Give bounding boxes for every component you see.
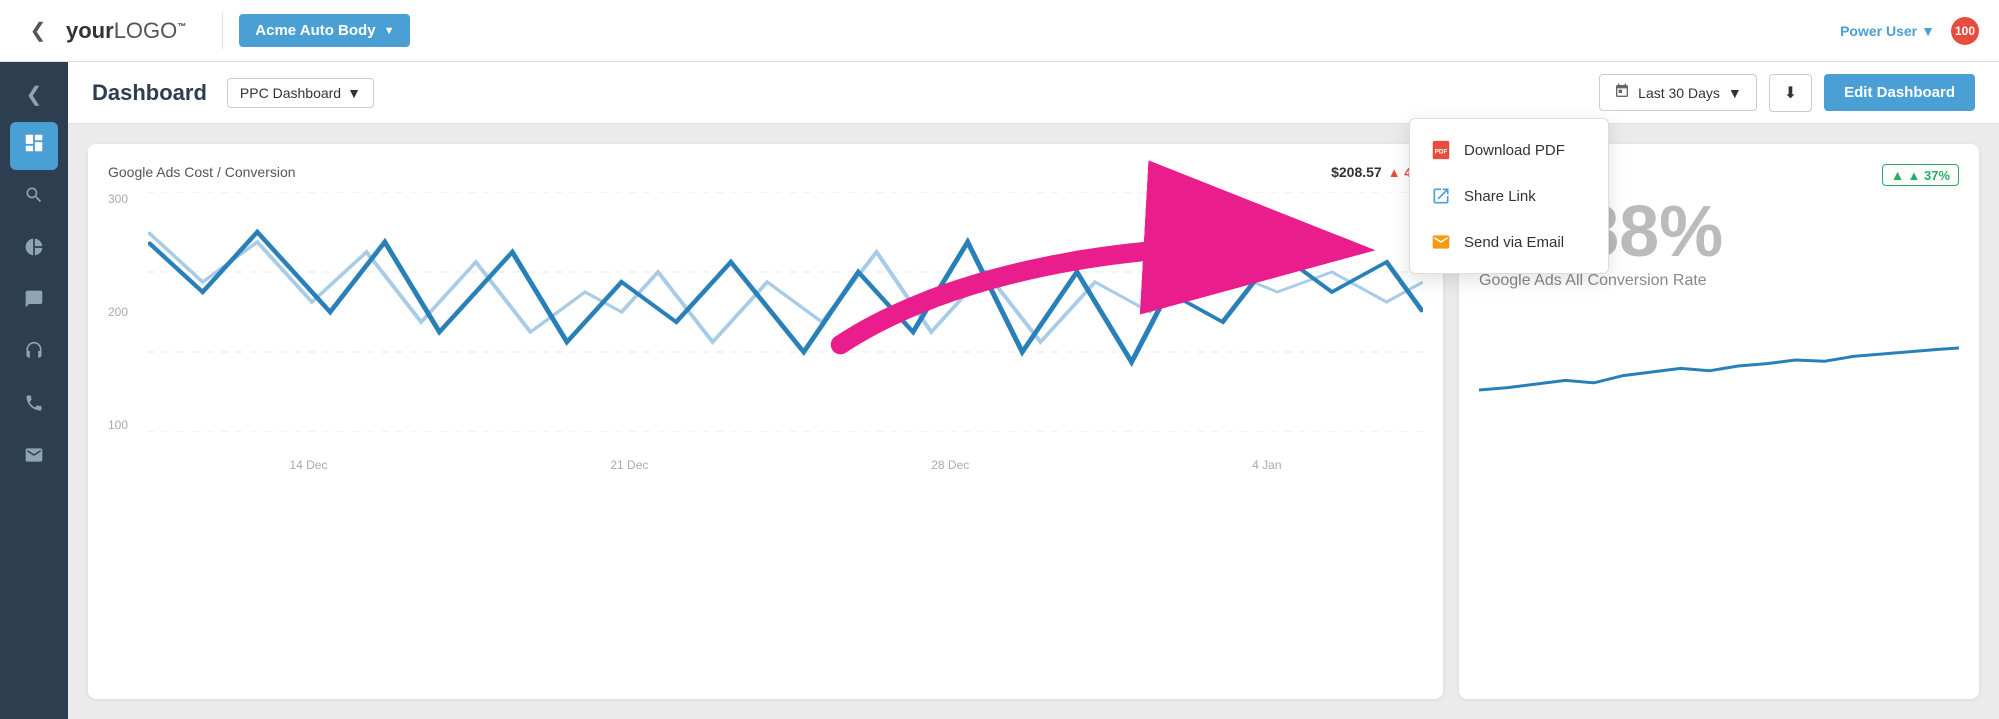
card1-chart: 300 200 100 xyxy=(108,192,1423,472)
search-icon xyxy=(24,185,44,211)
sidebar-item-dashboard[interactable] xyxy=(10,122,58,170)
x-axis-labels: 14 Dec 21 Dec 28 Dec 4 Jan xyxy=(148,458,1423,472)
dashboard-icon xyxy=(23,132,45,160)
client-name: Acme Auto Body xyxy=(255,22,375,39)
nav-right: Power User ▼ 100 xyxy=(1840,17,1979,45)
send-email-item[interactable]: Send via Email xyxy=(1410,219,1608,265)
share-link-icon xyxy=(1430,185,1452,207)
svg-text:PDF: PDF xyxy=(1435,149,1448,156)
y-label-200: 200 xyxy=(108,305,128,319)
notification-badge[interactable]: 100 xyxy=(1951,17,1979,45)
power-user-menu[interactable]: Power User ▼ xyxy=(1840,23,1935,39)
download-pdf-item[interactable]: PDF Download PDF xyxy=(1410,127,1608,173)
conversion-rate-badge: ▲ ▲ 37% xyxy=(1882,164,1959,186)
main-layout: ❮ xyxy=(0,62,1999,719)
toolbar: Dashboard PPC Dashboard ▼ Last 30 Days ▼… xyxy=(68,62,1999,124)
sidebar-item-reports[interactable] xyxy=(10,226,58,274)
sidebar-item-search[interactable] xyxy=(10,174,58,222)
edit-dashboard-button[interactable]: Edit Dashboard xyxy=(1824,74,1975,111)
send-email-label: Send via Email xyxy=(1464,234,1564,251)
phone-icon xyxy=(24,393,44,419)
y-label-100: 100 xyxy=(108,418,128,432)
dashboard-chevron-icon: ▼ xyxy=(347,85,361,101)
y-axis-labels: 300 200 100 xyxy=(108,192,128,432)
top-nav: ❮ yourLOGO™ Acme Auto Body ▼ Power User … xyxy=(0,0,1999,62)
card1-title: Google Ads Cost / Conversion xyxy=(108,164,296,180)
sidebar-item-email[interactable] xyxy=(10,434,58,482)
x-label-jan4: 4 Jan xyxy=(1252,458,1281,472)
sparkline-svg xyxy=(1479,306,1959,426)
sidebar-item-toggle[interactable]: ❮ xyxy=(10,70,58,118)
download-icon: ⬇ xyxy=(1784,85,1797,102)
x-label-dec21: 21 Dec xyxy=(610,458,648,472)
client-chevron: ▼ xyxy=(384,25,395,37)
y-label-300: 300 xyxy=(108,192,128,206)
sidebar-item-chat[interactable] xyxy=(10,278,58,326)
dashboard-selector-button[interactable]: PPC Dashboard ▼ xyxy=(227,78,374,108)
pie-chart-icon xyxy=(24,237,44,263)
sparkline xyxy=(1479,306,1959,426)
line-chart-svg xyxy=(148,192,1423,432)
page-title: Dashboard xyxy=(92,80,207,106)
send-email-icon xyxy=(1430,231,1452,253)
main-content: Dashboard PPC Dashboard ▼ Last 30 Days ▼… xyxy=(68,62,1999,719)
chevron-left-icon: ❮ xyxy=(26,82,43,107)
date-chevron-icon: ▼ xyxy=(1728,85,1742,101)
chat-icon xyxy=(24,289,44,315)
logo: yourLOGO™ xyxy=(66,18,186,44)
cost-conversion-card: Google Ads Cost / Conversion $208.57 ▲ 4… xyxy=(88,144,1443,699)
headset-icon xyxy=(24,341,44,367)
card1-value: $208.57 xyxy=(1331,164,1382,180)
share-link-label: Share Link xyxy=(1464,188,1536,205)
nav-divider xyxy=(222,13,223,49)
chart-svg-wrapper xyxy=(148,192,1423,432)
pdf-icon: PDF xyxy=(1430,139,1452,161)
client-selector-button[interactable]: Acme Auto Body ▼ xyxy=(239,14,410,47)
sidebar-item-calls[interactable] xyxy=(10,382,58,430)
download-button[interactable]: ⬇ xyxy=(1769,74,1812,112)
sidebar: ❮ xyxy=(0,62,68,719)
x-label-dec14: 14 Dec xyxy=(289,458,327,472)
logo-area: yourLOGO™ xyxy=(66,18,186,44)
x-label-dec28: 28 Dec xyxy=(931,458,969,472)
card1-header: Google Ads Cost / Conversion $208.57 ▲ 4… xyxy=(108,164,1423,180)
nav-toggle[interactable]: ❮ xyxy=(20,13,56,49)
download-pdf-label: Download PDF xyxy=(1464,142,1565,159)
dashboard-area: Google Ads Cost / Conversion $208.57 ▲ 4… xyxy=(68,124,1999,719)
download-dropdown-menu: PDF Download PDF Share Link xyxy=(1409,118,1609,274)
conversion-rate-subtitle: Google Ads All Conversion Rate xyxy=(1479,272,1959,290)
date-range-button[interactable]: Last 30 Days ▼ xyxy=(1599,74,1757,111)
sidebar-item-listening[interactable] xyxy=(10,330,58,378)
email-icon xyxy=(24,445,44,471)
calendar-icon xyxy=(1614,83,1630,102)
share-link-item[interactable]: Share Link xyxy=(1410,173,1608,219)
